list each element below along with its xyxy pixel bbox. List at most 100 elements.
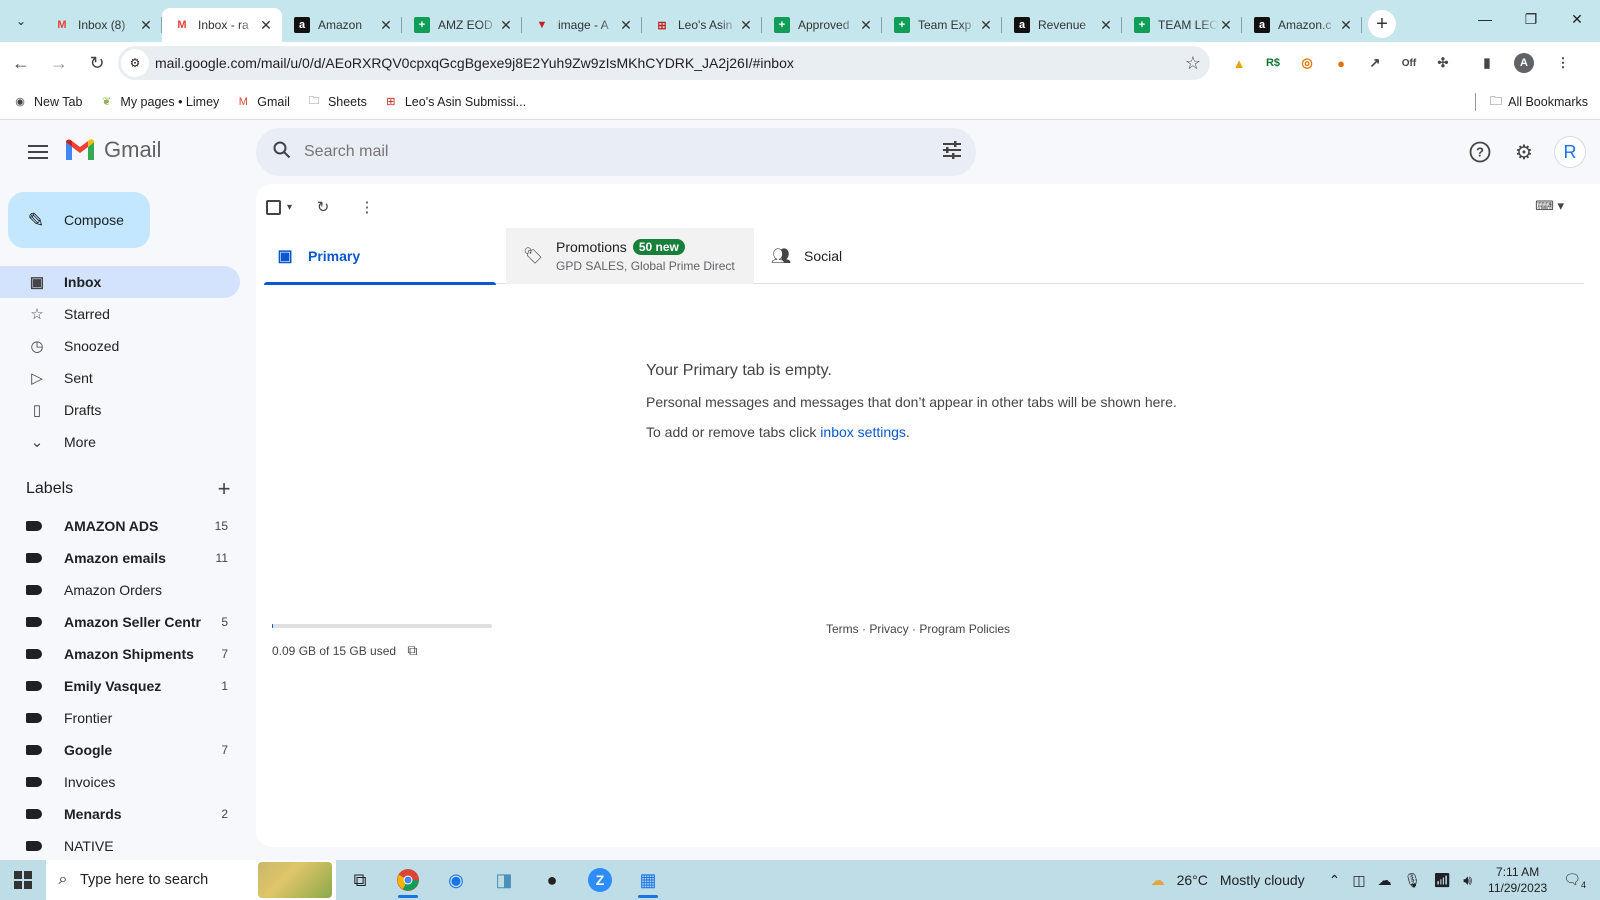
chevron-up-icon[interactable]: ⌃ bbox=[1329, 872, 1341, 889]
label-item[interactable]: NATIVE bbox=[0, 830, 240, 862]
taskbar-search-box[interactable]: ⌕ Type here to search bbox=[46, 860, 336, 900]
tab-primary[interactable]: ▣ Primary bbox=[264, 228, 496, 285]
search-input[interactable] bbox=[304, 143, 928, 161]
browser-tab[interactable]: + Team Exp ✕ bbox=[882, 8, 1002, 42]
notifications-icon[interactable]: 🗨︎4 bbox=[1563, 871, 1586, 890]
volume-icon[interactable]: 🔊︎ bbox=[1463, 872, 1472, 889]
close-tab-icon[interactable]: ✕ bbox=[618, 17, 634, 34]
browser-menu-icon[interactable]: ⋮ bbox=[1550, 50, 1576, 76]
label-item[interactable]: Emily Vasquez 1 bbox=[0, 670, 240, 702]
restore-button[interactable]: ❐ bbox=[1508, 0, 1554, 38]
bookmark-item[interactable]: 🗀 Sheets bbox=[298, 88, 375, 116]
windows-start-icon[interactable] bbox=[0, 860, 46, 900]
close-tab-icon[interactable]: ✕ bbox=[738, 17, 754, 34]
label-item[interactable]: Google 7 bbox=[0, 734, 240, 766]
forward-button[interactable]: → bbox=[42, 46, 76, 80]
gmail-logo[interactable]: Gmail bbox=[64, 137, 161, 163]
app-taskbar-icon[interactable]: ◨ bbox=[480, 860, 528, 900]
compose-button[interactable]: ✎ Compose bbox=[8, 192, 150, 248]
browser-tab[interactable]: a Amazon ✕ bbox=[282, 8, 402, 42]
address-bar[interactable]: ⚙ mail.google.com/mail/u/0/d/AEoRXRQV0cp… bbox=[118, 46, 1210, 80]
back-button[interactable]: ← bbox=[4, 46, 38, 80]
browser-tab[interactable]: + AMZ EOD ✕ bbox=[402, 8, 522, 42]
new-tab-button[interactable]: + bbox=[1368, 10, 1396, 38]
search-icon[interactable] bbox=[260, 141, 304, 164]
obs-taskbar-icon[interactable]: ● bbox=[528, 860, 576, 900]
cloud-icon[interactable]: ☁ bbox=[1378, 872, 1392, 889]
add-label-icon[interactable]: + bbox=[212, 476, 236, 502]
label-item[interactable]: Amazon Orders bbox=[0, 574, 240, 606]
close-tab-icon[interactable]: ✕ bbox=[1098, 17, 1114, 34]
refresh-icon[interactable]: ↻ bbox=[308, 192, 338, 222]
reload-button[interactable]: ↻ bbox=[80, 46, 114, 80]
close-tab-icon[interactable]: ✕ bbox=[1218, 17, 1234, 34]
close-tab-icon[interactable]: ✕ bbox=[858, 17, 874, 34]
close-tab-icon[interactable]: ✕ bbox=[258, 17, 274, 34]
site-info-icon[interactable]: ⚙ bbox=[121, 49, 149, 77]
privacy-link[interactable]: Privacy bbox=[869, 622, 908, 636]
minimize-button[interactable]: — bbox=[1462, 0, 1508, 38]
select-all-checkbox[interactable]: ▾ bbox=[264, 192, 294, 222]
browser-tab[interactable]: a Amazon.c ✕ bbox=[1242, 8, 1362, 42]
extension-icon[interactable]: ▲ bbox=[1226, 50, 1252, 76]
side-panel-icon[interactable]: ▮ bbox=[1474, 50, 1500, 76]
weather-temp[interactable]: 26°C bbox=[1177, 872, 1208, 888]
extension-icon[interactable]: Off bbox=[1396, 50, 1422, 76]
label-item[interactable]: Amazon Shipments 7 bbox=[0, 638, 240, 670]
browser-tab[interactable]: ▼ image - A ✕ bbox=[522, 8, 642, 42]
profile-avatar-icon[interactable]: A bbox=[1514, 53, 1534, 73]
settings-gear-icon[interactable]: ⚙ bbox=[1504, 132, 1544, 172]
help-icon[interactable]: ? bbox=[1460, 132, 1500, 172]
bookmark-item[interactable]: ⊞ Leo's Asin Submissi... bbox=[375, 88, 534, 116]
browser-tab[interactable]: ⊞ Leo's Asin ✕ bbox=[642, 8, 762, 42]
label-item[interactable]: Amazon Seller Centr 5 bbox=[0, 606, 240, 638]
all-bookmarks-button[interactable]: 🗀 All Bookmarks bbox=[1474, 88, 1588, 116]
network-icon[interactable]: 📶︎ bbox=[1433, 872, 1451, 889]
bookmark-star-icon[interactable]: ☆ bbox=[1176, 53, 1210, 74]
external-link-icon[interactable]: ⧉ bbox=[407, 642, 417, 658]
tab-social[interactable]: 👥︎ Social bbox=[754, 228, 994, 284]
calculator-taskbar-icon[interactable]: ▦ bbox=[624, 860, 672, 900]
nav-item-sent[interactable]: ▷ Sent bbox=[0, 362, 240, 394]
browser-tab[interactable]: M Inbox (8) ✕ bbox=[42, 8, 162, 42]
extension-icon[interactable]: R$ bbox=[1260, 50, 1286, 76]
clock[interactable]: 7:11 AM 11/29/2023 bbox=[1488, 864, 1547, 896]
main-menu-button[interactable] bbox=[18, 132, 58, 172]
inbox-settings-link[interactable]: inbox settings bbox=[820, 424, 906, 440]
close-tab-icon[interactable]: ✕ bbox=[138, 17, 154, 34]
extension-icon[interactable]: ◎ bbox=[1294, 50, 1320, 76]
close-window-button[interactable]: ✕ bbox=[1554, 0, 1600, 38]
close-tab-icon[interactable]: ✕ bbox=[978, 17, 994, 34]
nav-item-inbox[interactable]: ▣ Inbox bbox=[0, 266, 240, 298]
nav-item-drafts[interactable]: ▯ Drafts bbox=[0, 394, 240, 426]
tab-promotions[interactable]: 🏷︎ Promotions 50 new GPD SALES, Global Pr… bbox=[506, 228, 754, 284]
close-tab-icon[interactable]: ✕ bbox=[378, 17, 394, 34]
url-text[interactable]: mail.google.com/mail/u/0/d/AEoRXRQV0cpxq… bbox=[155, 55, 1176, 71]
close-tab-icon[interactable]: ✕ bbox=[1338, 17, 1354, 34]
more-options-icon[interactable]: ⋮ bbox=[352, 192, 382, 222]
bookmark-item[interactable]: ◉ New Tab bbox=[4, 88, 90, 116]
extension-icon[interactable]: ↗ bbox=[1362, 50, 1388, 76]
browser-tab[interactable]: a Revenue ✕ bbox=[1002, 8, 1122, 42]
chrome-taskbar-icon[interactable] bbox=[384, 860, 432, 900]
terms-link[interactable]: Terms bbox=[826, 622, 859, 636]
browser-tab[interactable]: + TEAM LEO ✕ bbox=[1122, 8, 1242, 42]
label-item[interactable]: Menards 2 bbox=[0, 798, 240, 830]
label-item[interactable]: AMAZON ADS 15 bbox=[0, 510, 240, 542]
label-item[interactable]: Amazon emails 11 bbox=[0, 542, 240, 574]
program-policies-link[interactable]: Program Policies bbox=[919, 622, 1010, 636]
bookmark-item[interactable]: M Gmail bbox=[227, 88, 298, 116]
browser-tab[interactable]: M Inbox - ra ✕ bbox=[162, 8, 282, 42]
tray-app-icon[interactable]: ◫ bbox=[1352, 872, 1365, 889]
weather-desc[interactable]: Mostly cloudy bbox=[1220, 872, 1305, 888]
close-tab-icon[interactable]: ✕ bbox=[498, 17, 514, 34]
label-item[interactable]: Invoices bbox=[0, 766, 240, 798]
input-tools-icon[interactable]: ⌨ ▾ bbox=[1535, 198, 1564, 214]
bookmark-item[interactable]: ❦ My pages • Limey bbox=[90, 88, 227, 116]
task-view-icon[interactable]: ⧉ bbox=[336, 860, 384, 900]
microphone-icon[interactable]: 🎙︎ bbox=[1404, 872, 1422, 889]
nav-item-more[interactable]: ⌄ More bbox=[0, 426, 240, 458]
app-taskbar-icon[interactable]: ◉ bbox=[432, 860, 480, 900]
nav-item-starred[interactable]: ☆ Starred bbox=[0, 298, 240, 330]
tab-search-button[interactable]: ⌄ bbox=[6, 6, 36, 36]
